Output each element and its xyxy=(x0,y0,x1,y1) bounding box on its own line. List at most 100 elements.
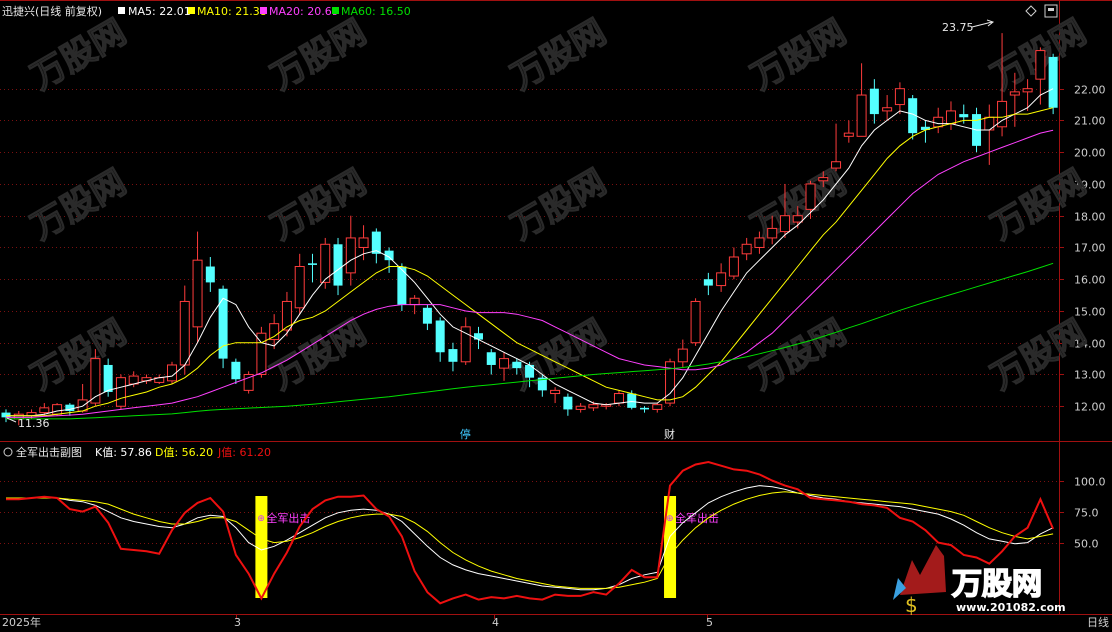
kdj-line-k xyxy=(6,485,1054,591)
candle xyxy=(703,272,713,296)
watermark-tile: 万股网 xyxy=(25,162,133,248)
ma10-label: MA10: 21.38 xyxy=(197,5,267,18)
candle xyxy=(728,247,739,280)
candle xyxy=(435,317,445,362)
x-label-year: 2025年 xyxy=(2,615,41,629)
ma60-label: MA60: 16.50 xyxy=(341,5,411,18)
x-axis: 2025年 3 4 5 日线 xyxy=(2,614,1109,629)
candle xyxy=(256,326,267,378)
candle-body xyxy=(882,107,893,112)
candle-body xyxy=(192,259,203,328)
watermark-tile: 万股网 xyxy=(745,312,853,398)
event-marker-label: 财 xyxy=(664,427,675,441)
candle-body xyxy=(640,407,649,410)
chart-title: 迅捷兴(日线 前复权) xyxy=(2,4,102,18)
candle xyxy=(307,253,317,283)
kdj-lines xyxy=(6,460,1055,605)
candle-body xyxy=(1,412,11,418)
candle xyxy=(640,406,649,413)
candle xyxy=(333,237,343,296)
price-tick-label: 12.00 xyxy=(1074,401,1106,414)
candle xyxy=(1048,53,1058,115)
candle-body xyxy=(856,94,867,137)
candle xyxy=(397,263,407,311)
candle xyxy=(486,349,496,375)
candle xyxy=(320,237,331,289)
candle xyxy=(205,256,215,292)
candle-body xyxy=(473,333,483,340)
candle-body xyxy=(677,348,688,363)
candle xyxy=(422,304,432,331)
sub-tick-label: 75.0 xyxy=(1074,507,1099,520)
candle xyxy=(716,263,727,292)
candle xyxy=(563,393,573,416)
candle-body xyxy=(894,88,905,106)
candle xyxy=(115,374,126,410)
candle-body xyxy=(728,256,739,277)
candle xyxy=(103,358,113,397)
watermark-tile: 万股网 xyxy=(505,162,613,248)
diamond-icon[interactable] xyxy=(1025,5,1037,17)
stock-chart-svg: 12.0013.0014.0015.0016.0017.0018.0019.00… xyxy=(0,0,1112,629)
candle xyxy=(741,237,752,261)
ma-line-ma60 xyxy=(6,262,1054,420)
candle xyxy=(460,317,471,365)
candle xyxy=(231,358,241,385)
price-tick-label: 20.00 xyxy=(1074,147,1106,160)
candle xyxy=(499,352,510,381)
candle-body xyxy=(179,300,190,366)
sub-axis-ticks: 50.0 75.0 100.0 xyxy=(1074,476,1106,551)
sub-tick-label: 100.0 xyxy=(1074,476,1106,489)
low-price-annotation: 11.36 xyxy=(18,417,50,430)
candle xyxy=(294,253,305,315)
candle-body xyxy=(499,358,510,369)
watermark-tile: 万股网 xyxy=(265,312,373,398)
watermark-tile: 万股网 xyxy=(265,12,373,98)
candle xyxy=(192,231,203,343)
price-tick-label: 18.00 xyxy=(1074,211,1106,224)
watermark-tile: 万股网 xyxy=(745,162,853,248)
candle xyxy=(690,298,701,346)
candle xyxy=(537,374,547,397)
candle xyxy=(933,107,944,134)
candle-body xyxy=(959,114,969,118)
candle-body xyxy=(792,215,803,223)
settings-dot-icon[interactable] xyxy=(3,447,13,457)
candle-body xyxy=(52,404,63,415)
candle-body xyxy=(1009,91,1020,96)
candle-body xyxy=(588,404,599,409)
candle-body xyxy=(945,110,956,125)
candle xyxy=(243,371,254,394)
candle xyxy=(154,374,165,385)
candle-body xyxy=(1022,88,1033,93)
window-toggle-icon[interactable] xyxy=(1044,4,1058,18)
kdj-line-j xyxy=(6,460,1055,605)
candle-body xyxy=(409,297,420,306)
x-label-mar: 3 xyxy=(234,616,241,629)
logo-url: www.201082.com xyxy=(956,601,1066,614)
ma60-swatch-icon xyxy=(332,7,339,14)
candle xyxy=(843,120,854,143)
main-header: 迅捷兴(日线 前复权) MA5: 22.01 MA10: 21.38 MA20:… xyxy=(2,4,1058,18)
price-tick-label: 21.00 xyxy=(1074,115,1106,128)
candle-body xyxy=(690,300,701,344)
candle-body xyxy=(39,407,50,414)
candle-body xyxy=(933,116,944,128)
price-axis-ticks: 12.0013.0014.0015.0016.0017.0018.0019.00… xyxy=(1074,84,1106,414)
price-tick-label: 15.00 xyxy=(1074,306,1106,319)
candle-body xyxy=(805,183,816,210)
signal-badge-icon: ⊕ xyxy=(666,514,674,524)
ma20-swatch-icon xyxy=(260,7,267,14)
grid-lines xyxy=(0,89,1064,544)
price-tick-label: 16.00 xyxy=(1074,274,1106,287)
signal-bars: ⊕ 全军出击 ⊕ 全军出击 xyxy=(255,496,719,598)
sub-tick-label: 50.0 xyxy=(1074,538,1099,551)
candle-body xyxy=(779,215,790,233)
candle xyxy=(869,79,879,124)
candle-body xyxy=(422,307,432,324)
event-marker-label: 停 xyxy=(460,427,471,441)
candle-body xyxy=(269,323,280,341)
candle-body xyxy=(563,396,573,410)
candle xyxy=(894,82,905,115)
ma10-swatch-icon xyxy=(188,7,195,14)
